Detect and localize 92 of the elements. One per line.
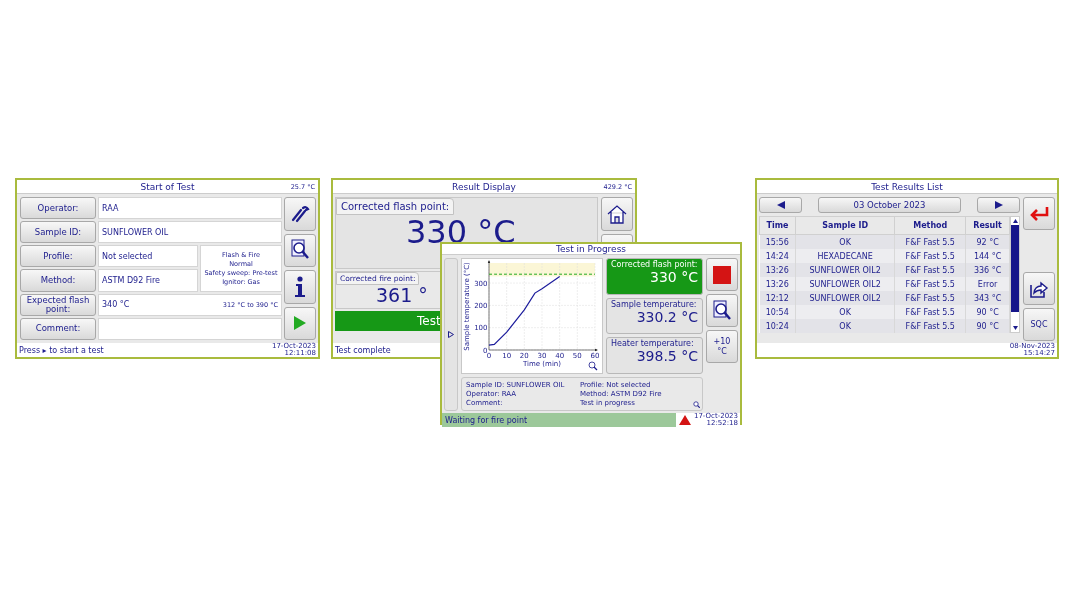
- table-cell: 10:24: [759, 319, 796, 333]
- column-header[interactable]: Sample ID: [795, 216, 895, 235]
- side-panel-handle[interactable]: [444, 258, 458, 411]
- report-button[interactable]: [284, 233, 316, 267]
- table-cell: SUNFLOWER OIL2: [795, 277, 895, 291]
- scroll-up-icon: [1012, 219, 1018, 223]
- table-cell: 144 °C: [965, 249, 1010, 263]
- info-button[interactable]: [284, 270, 316, 304]
- field-value-text: 340 °C: [102, 300, 130, 310]
- table-cell: OK: [795, 305, 895, 319]
- table-cell: 14:24: [759, 249, 796, 263]
- return-button[interactable]: [1023, 197, 1055, 230]
- status-text: Press ▸ to start a test: [19, 345, 104, 355]
- scrollbar-thumb[interactable]: [1011, 225, 1019, 312]
- table-cell: Error: [965, 277, 1010, 291]
- field-label-button[interactable]: Expected flash point:: [20, 293, 96, 316]
- home-icon: [606, 204, 628, 224]
- scrollbar[interactable]: [1010, 216, 1020, 333]
- reading-label: Heater temperature:: [611, 339, 695, 349]
- right-triangle-icon: [448, 331, 454, 338]
- right-triangle-icon: [994, 201, 1003, 209]
- return-arrow-icon: [1028, 205, 1050, 222]
- field-label-button[interactable]: Method:: [20, 269, 96, 292]
- start-button[interactable]: [284, 306, 316, 340]
- offset-button[interactable]: +10 °C: [706, 330, 738, 363]
- screen-title: Test in Progress: [555, 244, 627, 254]
- field-value-text: SUNFLOWER OIL: [102, 227, 169, 237]
- table-cell: F&F Fast 5.5: [894, 291, 966, 305]
- tools-icon: [290, 204, 310, 223]
- table-cell: OK: [795, 319, 895, 333]
- fire-point-value: 361 °: [376, 285, 428, 305]
- field-label-button[interactable]: Operator:: [20, 197, 96, 220]
- table-cell: HEXADECANE: [795, 249, 895, 263]
- reading-value: 330.2 °C: [636, 308, 698, 325]
- field-value[interactable]: RAA: [98, 197, 282, 220]
- left-triangle-icon: [776, 201, 785, 209]
- status-text: Test complete: [335, 345, 391, 355]
- table-cell: F&F Fast 5.5: [894, 263, 966, 277]
- field-value-text: RAA: [102, 203, 119, 213]
- flash-point-value: 330 °C: [406, 215, 516, 249]
- tools-button[interactable]: [284, 197, 316, 231]
- table-cell: 336 °C: [965, 263, 1010, 277]
- reading-label: Corrected flash point:: [611, 260, 698, 269]
- table-cell: SUNFLOWER OIL2: [795, 263, 895, 277]
- table-cell: F&F Fast 5.5: [894, 249, 966, 263]
- status-text: Waiting for fire point: [442, 413, 676, 427]
- reading-value: 398.5 °C: [636, 348, 698, 365]
- field-value[interactable]: [98, 317, 282, 340]
- table-cell: F&F Fast 5.5: [894, 319, 966, 333]
- table-cell: 12:12: [759, 291, 796, 305]
- field-value[interactable]: ASTM D92 Fire: [98, 269, 198, 292]
- scroll-down-icon: [1012, 326, 1018, 330]
- screen-title: Start of Test: [140, 181, 195, 192]
- report-button[interactable]: [706, 294, 738, 327]
- field-label-button[interactable]: Profile:: [20, 245, 96, 268]
- flash-point-label: Corrected flash point:: [336, 198, 455, 215]
- zoom-icon[interactable]: [693, 401, 700, 408]
- play-icon: [293, 315, 307, 332]
- date-button[interactable]: 03 October 2023: [818, 197, 961, 213]
- table-cell: SUNFLOWER OIL2: [795, 291, 895, 305]
- home-button[interactable]: [601, 197, 633, 231]
- field-label-button[interactable]: Sample ID:: [20, 221, 96, 244]
- stop-button[interactable]: [706, 258, 738, 291]
- table-cell: F&F Fast 5.5: [894, 277, 966, 291]
- field-value[interactable]: SUNFLOWER OIL: [98, 221, 282, 244]
- next-button[interactable]: [977, 197, 1020, 213]
- info-icon: [294, 275, 306, 298]
- field-value[interactable]: Not selected: [98, 245, 198, 268]
- column-header[interactable]: Result: [965, 216, 1010, 235]
- screen-title: Result Display: [452, 181, 516, 192]
- previous-button[interactable]: [759, 197, 802, 213]
- document-search-icon: [712, 299, 732, 322]
- sqc-button[interactable]: SQC: [1023, 308, 1055, 341]
- column-header[interactable]: Time: [759, 216, 796, 235]
- field-value-text: Not selected: [102, 251, 153, 261]
- table-cell: 343 °C: [965, 291, 1010, 305]
- export-button[interactable]: [1023, 272, 1055, 305]
- table-cell: 90 °C: [965, 305, 1010, 319]
- table-cell: 13:26: [759, 277, 796, 291]
- warning-icon: [678, 415, 691, 425]
- column-header[interactable]: Method: [894, 216, 966, 235]
- table-cell: F&F Fast 5.5: [894, 305, 966, 319]
- stop-icon: [713, 265, 731, 284]
- table-cell: 10:54: [759, 305, 796, 319]
- table-cell: 13:26: [759, 263, 796, 277]
- field-value-text: ASTM D92 Fire: [102, 276, 161, 286]
- table-cell: 90 °C: [965, 319, 1010, 333]
- screen-title: Test Results List: [871, 181, 943, 192]
- zoom-icon[interactable]: [588, 361, 598, 371]
- reading-value: 330 °C: [650, 269, 698, 285]
- reading-label: Sample temperature:: [611, 299, 698, 309]
- field-label-button[interactable]: Comment:: [20, 317, 96, 340]
